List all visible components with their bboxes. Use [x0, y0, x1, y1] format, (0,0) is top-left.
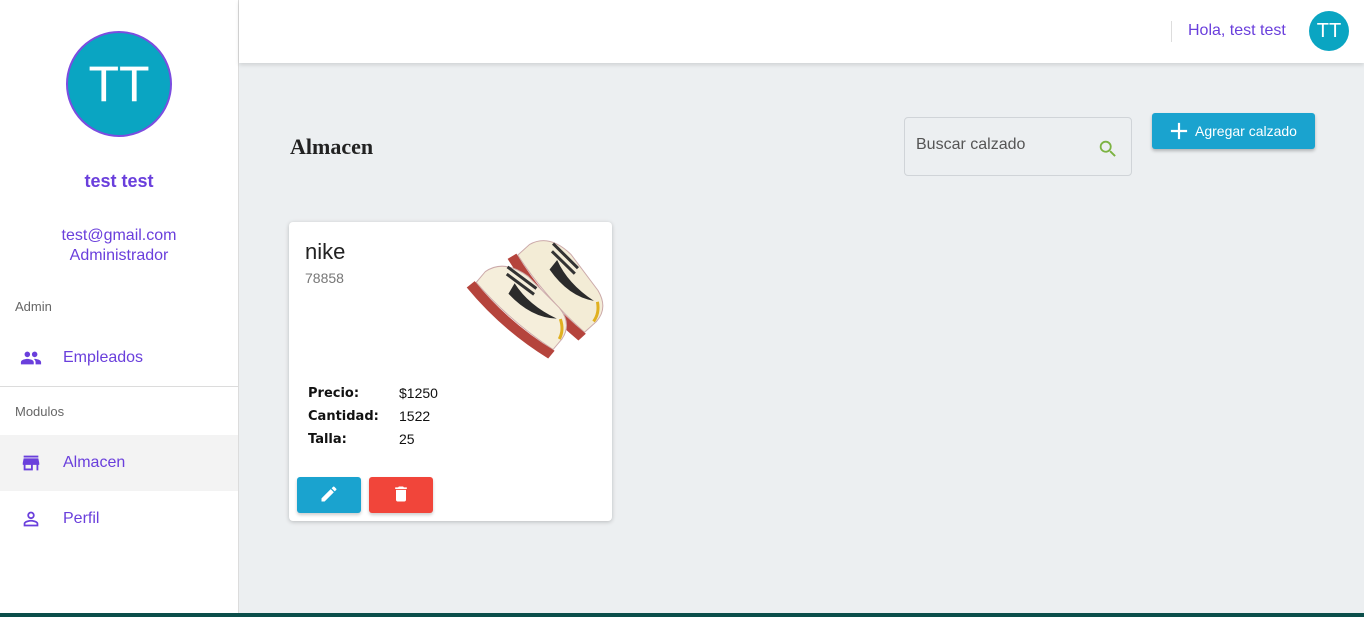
user-name: test test	[84, 171, 154, 191]
product-code: 78858	[305, 270, 344, 286]
page-title: Almacen	[290, 134, 374, 159]
product-name: nike	[305, 239, 346, 264]
pencil-icon	[319, 484, 339, 507]
spec-label: Cantidad:	[308, 409, 379, 424]
spec-label: Talla:	[308, 432, 347, 447]
product-card: nike 78858 Precio: $1250 Cantidad: 1522 …	[289, 222, 612, 521]
sidebar-item-label: Almacen	[63, 454, 126, 471]
person-icon	[20, 508, 42, 530]
sidebar-item-label: Perfil	[63, 510, 100, 527]
topbar-separator	[1171, 21, 1172, 42]
store-icon	[20, 452, 42, 474]
edit-button[interactable]	[297, 477, 361, 513]
bottom-strip	[0, 613, 1364, 617]
user-avatar[interactable]: TT	[1309, 11, 1349, 51]
sidebar-item-empleados[interactable]: Empleados	[0, 330, 238, 386]
add-button-label: Agregar calzado	[1195, 123, 1297, 139]
sidebar-item-perfil[interactable]: Perfil	[0, 491, 238, 547]
greeting: Hola, test test	[1188, 22, 1286, 39]
divider	[0, 386, 238, 387]
user-role: Administrador	[69, 247, 169, 264]
delete-button[interactable]	[369, 477, 433, 513]
trash-icon	[391, 484, 411, 507]
user-email: test@gmail.com	[61, 227, 177, 244]
avatar[interactable]: TT	[66, 31, 172, 137]
spec-label: Precio:	[308, 386, 360, 401]
section-label-admin: Admin	[15, 299, 52, 314]
shoe-image	[466, 240, 604, 359]
add-shoe-button[interactable]: Agregar calzado	[1152, 113, 1315, 149]
spec-value: 1522	[399, 408, 431, 424]
sidebar: TT test test test@gmail.com Administrado…	[0, 0, 239, 617]
sidebar-item-label: Empleados	[63, 349, 144, 366]
search-box[interactable]	[904, 117, 1132, 176]
spec-value: 25	[399, 431, 415, 447]
search-icon[interactable]	[1097, 138, 1119, 160]
spec-value: $1250	[399, 385, 438, 401]
section-label-modulos: Modulos	[15, 404, 65, 419]
plus-icon	[1170, 122, 1188, 140]
people-icon	[20, 347, 42, 369]
sidebar-item-almacen[interactable]: Almacen	[0, 435, 238, 491]
search-input[interactable]	[916, 136, 1086, 154]
top-bar: Hola, test test TT	[239, 0, 1364, 63]
